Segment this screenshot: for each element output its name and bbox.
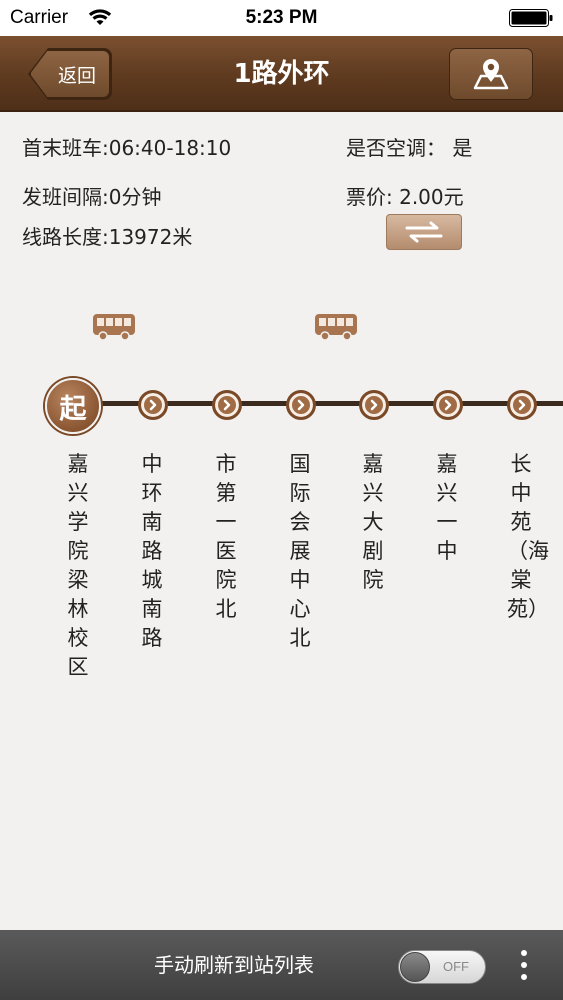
more-vertical-icon[interactable]: [519, 950, 529, 986]
chevron-right-icon: [370, 399, 378, 411]
bus-icon: [315, 314, 357, 341]
toggle-knob: [400, 952, 430, 982]
stop-name[interactable]: 中环南路城南路: [138, 450, 166, 653]
stop-name[interactable]: 国际会展中心北: [286, 450, 314, 653]
fare-info: 票价: 2.00元: [346, 185, 464, 209]
stop-marker[interactable]: [433, 390, 463, 420]
chevron-right-icon: [518, 399, 526, 411]
stop-name[interactable]: 嘉兴学院梁林校区: [64, 450, 92, 682]
status-bar: Carrier 5:23 PM: [0, 0, 563, 36]
stop-marker[interactable]: [359, 390, 389, 420]
stop-name[interactable]: 嘉兴大剧院: [359, 450, 387, 595]
first-last-bus-time: 首末班车:06:40-18:10: [22, 136, 232, 160]
stop-name[interactable]: 嘉兴一中: [433, 450, 461, 566]
chevron-right-icon: [149, 399, 157, 411]
chevron-right-icon: [444, 399, 452, 411]
bottom-toolbar: 手动刷新到站列表 OFF: [0, 930, 563, 1000]
manual-refresh-label: 手动刷新到站列表: [154, 953, 314, 977]
nav-bar: 1路外环 返回: [0, 36, 563, 112]
departure-interval: 发班间隔:0分钟: [22, 185, 162, 209]
stop-name[interactable]: 市第一医院北: [212, 450, 240, 624]
manual-refresh-toggle[interactable]: OFF: [398, 950, 486, 984]
route-length: 线路长度:13972米: [22, 225, 193, 249]
chevron-right-icon: [223, 399, 231, 411]
battery-icon: [509, 9, 553, 27]
stop-name[interactable]: 长中苑（海棠苑）: [507, 450, 549, 624]
swap-direction-button[interactable]: [386, 214, 462, 250]
start-stop-marker[interactable]: 起: [45, 378, 101, 434]
air-conditioning-info: 是否空调： 是: [346, 136, 473, 160]
chevron-right-icon: [297, 399, 305, 411]
stop-marker[interactable]: [212, 390, 242, 420]
stop-marker[interactable]: [507, 390, 537, 420]
swap-arrows-icon: [405, 221, 443, 243]
stop-marker[interactable]: [138, 390, 168, 420]
start-label: 起: [59, 393, 87, 425]
map-pin-icon: [473, 59, 509, 90]
back-button-label: 返回: [57, 64, 96, 87]
toggle-state-label: OFF: [443, 959, 469, 974]
bus-icon: [93, 314, 135, 341]
stop-marker[interactable]: [286, 390, 316, 420]
map-button[interactable]: [449, 48, 533, 100]
status-time: 5:23 PM: [245, 7, 318, 28]
